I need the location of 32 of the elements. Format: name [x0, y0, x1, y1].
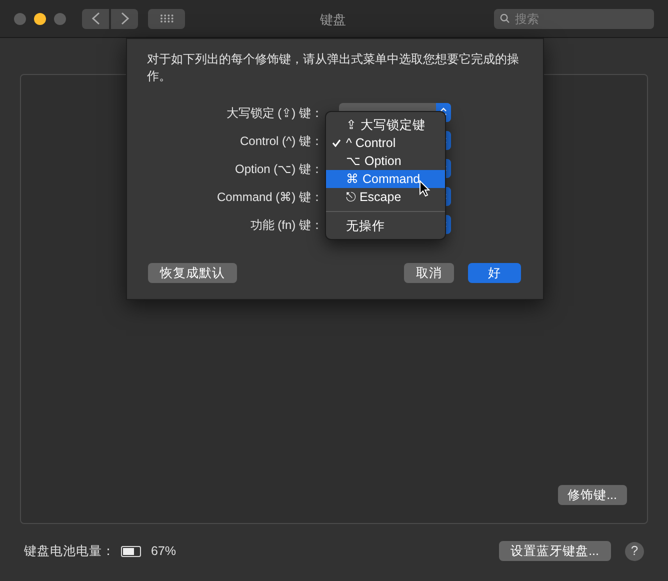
- chevron-left-icon: [92, 12, 100, 25]
- forward-button[interactable]: [111, 8, 138, 28]
- grid-button[interactable]: [148, 8, 185, 28]
- window-title: 键盘: [320, 11, 346, 29]
- grid-icon: [160, 14, 174, 23]
- menu-item[interactable]: ⎋ Escape: [326, 188, 445, 206]
- mouse-pointer-icon: [419, 180, 430, 197]
- chevron-right-icon: [120, 12, 128, 25]
- modifier-label: Control (^) 键：: [239, 132, 323, 150]
- search-icon: [500, 13, 510, 24]
- menu-item[interactable]: 无操作: [326, 217, 445, 235]
- instruction-text: 对于如下列出的每个修饰键，请从弹出式菜单中选取您想要它完成的操作。: [147, 51, 519, 85]
- menu-item[interactable]: ⌥ Option: [326, 152, 445, 170]
- search-field[interactable]: 搜索: [494, 8, 654, 28]
- modifier-label: Command (⌘) 键：: [216, 188, 323, 206]
- help-button[interactable]: ?: [625, 542, 644, 560]
- dialog-button[interactable]: 恢复成默认: [148, 263, 237, 284]
- battery-label: 键盘电池电量：: [24, 542, 115, 560]
- setup-bluetooth-keyboard-button[interactable]: 设置蓝牙键盘...: [498, 541, 611, 561]
- modifier-label: 大写锁定 (⇪) 键：: [225, 104, 323, 122]
- checkmark-icon: [332, 139, 341, 147]
- menu-item[interactable]: ⌘ Command: [326, 170, 445, 188]
- search-input[interactable]: 搜索: [514, 10, 648, 28]
- battery-percentage: 67%: [151, 542, 176, 560]
- menu-item[interactable]: ^ Control: [326, 134, 445, 152]
- dialog-button[interactable]: 取消: [404, 263, 454, 284]
- ok-button[interactable]: 好: [468, 263, 521, 284]
- modifier-keys-button[interactable]: 修饰键...: [558, 485, 627, 505]
- back-button[interactable]: [82, 8, 109, 28]
- modifier-label: 功能 (fn) 键：: [249, 216, 323, 234]
- modifier-label: Option (⌥) 键：: [234, 160, 323, 178]
- menu-item[interactable]: ⇪ 大写锁定键: [326, 116, 445, 134]
